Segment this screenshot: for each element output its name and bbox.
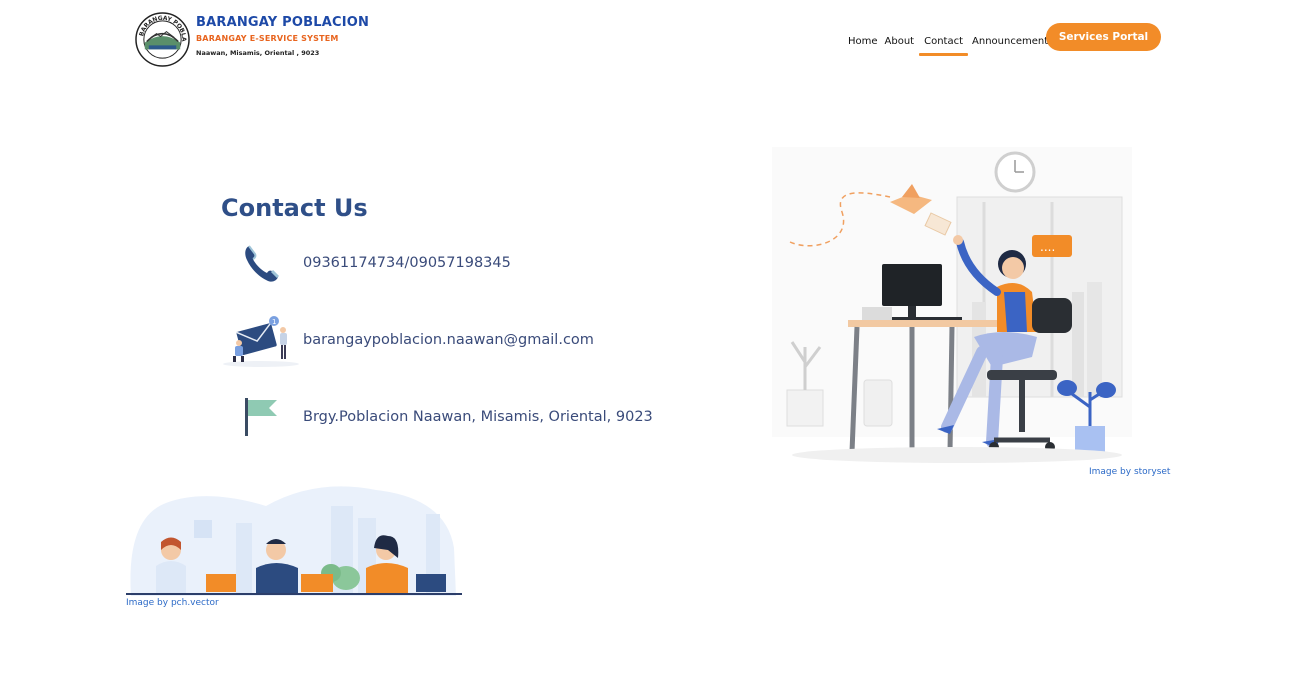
- contact-address: Brgy.Poblacion Naawan, Misamis, Oriental…: [303, 409, 653, 425]
- nav-about[interactable]: About: [882, 36, 918, 56]
- contact-address-row: Brgy.Poblacion Naawan, Misamis, Oriental…: [221, 387, 653, 447]
- brand-subtitle: BARANGAY E-SERVICE SYSTEM: [196, 34, 339, 43]
- svg-text:....: ....: [1040, 240, 1055, 254]
- nav-contact[interactable]: Contact: [919, 36, 968, 56]
- brand-title: BARANGAY POBLACION: [196, 15, 370, 30]
- nav-home[interactable]: Home: [845, 36, 881, 56]
- storyset-credit[interactable]: Image by storyset: [1089, 467, 1170, 477]
- contact-email[interactable]: barangaypoblacion.naawan@gmail.com: [303, 332, 594, 348]
- nav-announcement[interactable]: Announcement: [969, 36, 1051, 56]
- barangay-seal-icon: BARANGAY POBLACION: [135, 12, 190, 67]
- contact-phone[interactable]: 09361174734/09057198345: [303, 255, 511, 271]
- contact-phone-row: 09361174734/09057198345: [221, 233, 511, 293]
- call-center-illustration: [126, 486, 462, 596]
- svg-text:1: 1: [272, 318, 276, 326]
- phone-icon: [221, 233, 301, 293]
- email-icon: 1: [221, 310, 301, 370]
- contact-title: Contact Us: [221, 194, 368, 222]
- pch-vector-credit[interactable]: Image by pch.vector: [126, 598, 219, 608]
- brand-logo[interactable]: BARANGAY POBLACION BARANGAY POBLACION BA…: [135, 12, 369, 67]
- office-worker-illustration: ....: [772, 147, 1132, 463]
- flag-icon: [221, 387, 301, 447]
- main-nav: Home About Contact Announcement: [845, 36, 1052, 56]
- contact-email-row: 1 barangaypoblacion.naawan@gmail.com: [221, 310, 594, 370]
- brand-address: Naawan, Misamis, Oriental , 9023: [196, 49, 320, 57]
- services-portal-button[interactable]: Services Portal: [1046, 23, 1161, 51]
